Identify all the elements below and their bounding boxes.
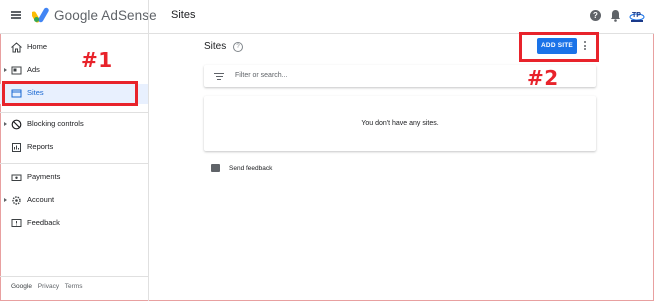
footer-terms-link[interactable]: Terms: [65, 283, 83, 290]
reports-icon: [12, 143, 21, 152]
highlight-box-add-site: [519, 32, 599, 62]
empty-state-message: You don't have any sites.: [361, 120, 439, 127]
svg-text:TP: TP: [632, 12, 641, 19]
notifications-bell-icon[interactable]: [610, 9, 621, 22]
feedback-icon: [11, 219, 22, 227]
sidebar-item-blocking-controls[interactable]: Blocking controls: [0, 115, 148, 135]
sidebar-item-label: Blocking controls: [27, 119, 84, 128]
header-section-title: Sites: [171, 9, 196, 21]
footer-google-label: Google: [11, 283, 32, 290]
filter-icon[interactable]: [214, 73, 224, 80]
annotation-label-1: #1: [81, 48, 113, 72]
hamburger-menu-icon[interactable]: [11, 11, 21, 19]
app-brand-name[interactable]: Google AdSense: [54, 8, 157, 23]
sidebar-item-payments[interactable]: Payments: [0, 168, 148, 188]
expand-caret-icon[interactable]: [4, 122, 7, 126]
sidebar-footer: Google Privacy Terms: [11, 283, 87, 290]
sidebar-item-label: Reports: [27, 142, 54, 151]
filter-search-input[interactable]: Filter or search...: [235, 72, 288, 79]
block-icon: [11, 119, 22, 130]
page-title: Sites: [204, 41, 227, 52]
sidebar-nav: Home Ads Sites Blocking controls Reports…: [0, 34, 149, 301]
sidebar-footer-divider: [0, 276, 148, 277]
sites-list-card: You don't have any sites.: [204, 96, 596, 151]
sidebar-item-feedback[interactable]: Feedback: [0, 214, 148, 234]
gear-icon: [12, 196, 21, 205]
highlight-box-sites: [2, 81, 138, 106]
home-icon: [11, 42, 22, 53]
header-divider: [148, 0, 149, 33]
send-feedback-icon[interactable]: [211, 164, 220, 172]
sidebar-item-label: Feedback: [27, 218, 60, 227]
sidebar-item-label: Home: [27, 42, 48, 51]
sidebar-item-label: Payments: [27, 172, 61, 181]
sidebar-item-ads[interactable]: Ads: [0, 61, 148, 81]
sidebar-item-label: Ads: [27, 65, 40, 74]
sidebar-divider: [0, 163, 148, 164]
sidebar-item-home[interactable]: Home: [0, 38, 148, 58]
expand-caret-icon[interactable]: [4, 68, 7, 72]
ads-icon: [11, 66, 22, 75]
expand-caret-icon[interactable]: [4, 198, 7, 202]
sidebar-divider: [0, 112, 148, 113]
send-feedback-link[interactable]: Send feedback: [229, 165, 272, 172]
account-avatar[interactable]: TP: [629, 8, 645, 24]
footer-privacy-link[interactable]: Privacy: [38, 283, 59, 290]
sidebar-item-label: Account: [27, 195, 55, 204]
help-icon[interactable]: ?: [590, 10, 601, 21]
adsense-logo-icon: [32, 7, 49, 23]
payments-icon: [11, 174, 22, 181]
sidebar-item-account[interactable]: Account: [0, 191, 148, 211]
top-app-bar: Google AdSense Sites ? TP: [0, 0, 654, 34]
annotation-label-2: #2: [527, 66, 559, 90]
sidebar-item-reports[interactable]: Reports: [0, 138, 148, 158]
help-icon[interactable]: ?: [233, 42, 243, 52]
